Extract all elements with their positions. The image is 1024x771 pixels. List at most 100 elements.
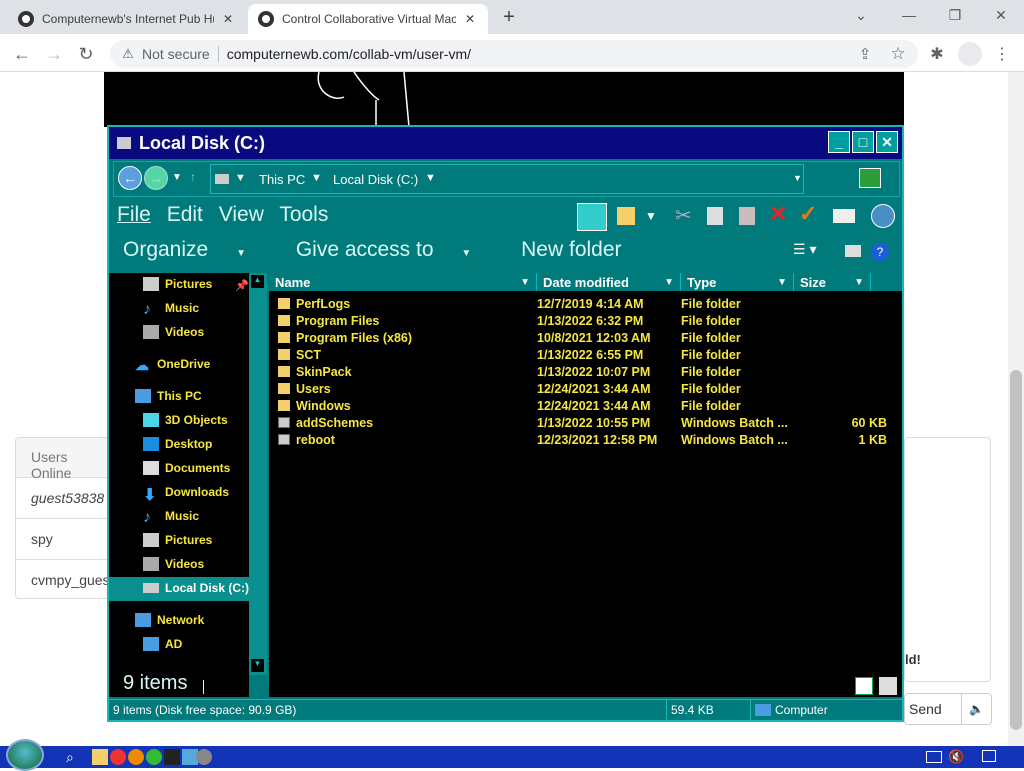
extensions-icon[interactable]: ✱ <box>926 43 948 65</box>
sort-chevron-icon[interactable]: ▼ <box>520 277 530 288</box>
user-row[interactable]: cvmpy_guest <box>16 560 109 598</box>
globe-icon[interactable] <box>871 204 895 228</box>
details-view-icon[interactable] <box>855 677 873 695</box>
nav-item-videos[interactable]: Videos <box>143 325 204 339</box>
menu-view[interactable]: View <box>219 203 264 226</box>
maximize-button[interactable]: □ <box>852 131 874 153</box>
close-tab-icon[interactable]: ✕ <box>462 12 478 26</box>
breadcrumb-this-pc[interactable]: This PC <box>259 172 305 187</box>
path-chevron-icon[interactable]: ▼ <box>311 172 322 184</box>
give-access-button[interactable]: Give access to ▼ <box>296 238 493 261</box>
file-row[interactable]: SCT 1/13/2022 6:55 PM File folder <box>269 346 902 363</box>
pin-icon[interactable]: 📌 <box>235 279 249 292</box>
nav-item-documents[interactable]: Documents <box>143 461 230 475</box>
cmd-icon[interactable] <box>164 749 180 765</box>
menu-tools[interactable]: Tools <box>279 203 328 226</box>
preview-pane-toggle-icon[interactable] <box>845 245 861 257</box>
back-icon[interactable]: ← <box>118 166 142 190</box>
forward-icon[interactable]: → <box>144 166 168 190</box>
filter-chevron-icon[interactable]: ▼ <box>664 277 674 288</box>
reload-icon[interactable]: ↻ <box>75 43 97 65</box>
filter-chevron-icon[interactable]: ▼ <box>854 277 864 288</box>
organize-button[interactable]: Organize ▼ <box>123 238 268 261</box>
minimize-window-icon[interactable]: — <box>886 0 932 30</box>
nav-item-network[interactable]: Network <box>135 613 204 627</box>
file-row[interactable]: reboot 12/23/2021 12:58 PM Windows Batch .… <box>269 431 902 448</box>
address-bar[interactable]: ⚠ Not secure computernewb.com/collab-vm/… <box>110 40 918 68</box>
profile-avatar-icon[interactable] <box>958 42 982 66</box>
back-icon[interactable]: ← <box>11 43 33 65</box>
user-row[interactable]: guest53838 <box>16 478 109 519</box>
address-path-box[interactable]: ▼ This PC ▼ Local Disk (C:) ▼ ▼ <box>210 164 804 194</box>
file-row[interactable]: Program Files (x86) 10/8/2021 12:03 AM Fil… <box>269 329 902 346</box>
delete-icon[interactable]: ✕ <box>769 201 787 227</box>
column-size[interactable]: Size ▼ <box>794 273 871 291</box>
share-icon[interactable]: ⇪ <box>854 43 876 65</box>
path-chevron-icon[interactable]: ▼ <box>235 172 246 184</box>
preview-pane-icon[interactable] <box>577 203 607 231</box>
column-type[interactable]: Type ▼ <box>681 273 794 291</box>
change-view-icon[interactable]: ☰ ▾ <box>793 241 816 258</box>
refresh-icon[interactable] <box>859 168 881 188</box>
nav-item-3d-objects[interactable]: 3D Objects <box>143 413 228 427</box>
file-row[interactable]: SkinPack 1/13/2022 10:07 PM File folder <box>269 363 902 380</box>
help-icon[interactable]: ? <box>871 243 889 261</box>
rename-icon[interactable]: ✓ <box>799 201 817 227</box>
send-button[interactable]: Send <box>904 693 962 725</box>
column-date-modified[interactable]: Date modified ▼ <box>537 273 681 291</box>
paste-icon[interactable] <box>739 207 755 225</box>
breadcrumb-local-disk[interactable]: Local Disk (C:) <box>333 172 418 187</box>
chrome-icon[interactable] <box>110 749 126 765</box>
nav-scrollbar[interactable]: ▲ ▼ <box>249 273 267 675</box>
page-scrollbar-thumb[interactable] <box>1010 370 1022 730</box>
file-row[interactable]: PerfLogs 12/7/2019 4:14 AM File folder <box>269 295 902 312</box>
nav-item-this-pc[interactable]: This PC <box>135 389 202 403</box>
minimize-button[interactable]: _ <box>828 131 850 153</box>
recent-locations-chevron-icon[interactable]: ▼ <box>172 172 182 183</box>
folder-icon[interactable] <box>617 207 635 225</box>
new-tab-icon[interactable]: + <box>498 6 520 28</box>
nav-item-onedrive[interactable]: ☁ OneDrive <box>135 357 210 373</box>
close-tab-icon[interactable]: ✕ <box>220 12 236 26</box>
close-window-icon[interactable]: ✕ <box>978 0 1024 30</box>
address-dropdown-icon[interactable]: ▼ <box>793 173 802 183</box>
edge-icon[interactable] <box>146 749 162 765</box>
volume-button[interactable]: 🔈 <box>961 693 992 725</box>
user-row[interactable]: spy <box>16 519 109 560</box>
view-dropdown-icon[interactable]: ▼ <box>645 209 657 223</box>
properties-icon[interactable] <box>833 209 855 223</box>
explorer-title-bar[interactable]: Local Disk (C:) <box>109 127 902 159</box>
tab-search-chevron-icon[interactable]: ⌄ <box>838 0 884 30</box>
path-chevron-icon[interactable]: ▼ <box>425 172 436 184</box>
cut-icon[interactable]: ✂ <box>675 203 692 228</box>
file-row[interactable]: Program Files 1/13/2022 6:32 PM File folde… <box>269 312 902 329</box>
volume-muted-icon[interactable]: 🔇 <box>948 749 964 765</box>
tab-collab-vm[interactable]: Control Collaborative Virtual Machine ✕ <box>248 4 488 34</box>
nav-item-local-disk[interactable]: Local Disk (C:) <box>143 581 249 595</box>
nav-item-videos[interactable]: Videos <box>143 557 204 571</box>
restore-window-icon[interactable]: ❐ <box>932 0 978 30</box>
tab-pub-hub[interactable]: Computernewb's Internet Pub Hub ✕ <box>8 4 246 34</box>
nav-item-pictures[interactable]: Pictures <box>143 277 212 291</box>
nav-item-ad[interactable]: AD <box>143 637 182 651</box>
nav-item-music[interactable]: ♪ Music <box>143 509 199 526</box>
nav-item-desktop[interactable]: Desktop <box>143 437 212 451</box>
network-tray-icon[interactable] <box>926 751 942 763</box>
file-explorer-icon[interactable] <box>92 749 108 765</box>
notifications-icon[interactable] <box>982 750 996 762</box>
copy-icon[interactable] <box>707 207 723 225</box>
vm-screen-top[interactable] <box>104 71 904 128</box>
warning-icon[interactable]: ⚠ <box>120 46 136 62</box>
new-folder-button[interactable]: New folder <box>521 238 621 261</box>
file-row[interactable]: addSchemes 1/13/2022 10:55 PM Windows Batc… <box>269 414 902 431</box>
nav-item-pictures[interactable]: Pictures <box>143 533 212 547</box>
filter-chevron-icon[interactable]: ▼ <box>777 277 787 288</box>
column-name[interactable]: Name ▼ <box>269 273 537 291</box>
menu-edit[interactable]: Edit <box>167 203 203 226</box>
bookmark-star-icon[interactable]: ☆ <box>887 43 909 65</box>
large-icons-view-icon[interactable] <box>879 677 897 695</box>
file-row[interactable]: Users 12/24/2021 3:44 AM File folder <box>269 380 902 397</box>
scroll-up-icon[interactable]: ▲ <box>251 275 264 288</box>
search-icon[interactable]: ⌕ <box>66 749 82 765</box>
start-button-icon[interactable] <box>6 739 44 771</box>
